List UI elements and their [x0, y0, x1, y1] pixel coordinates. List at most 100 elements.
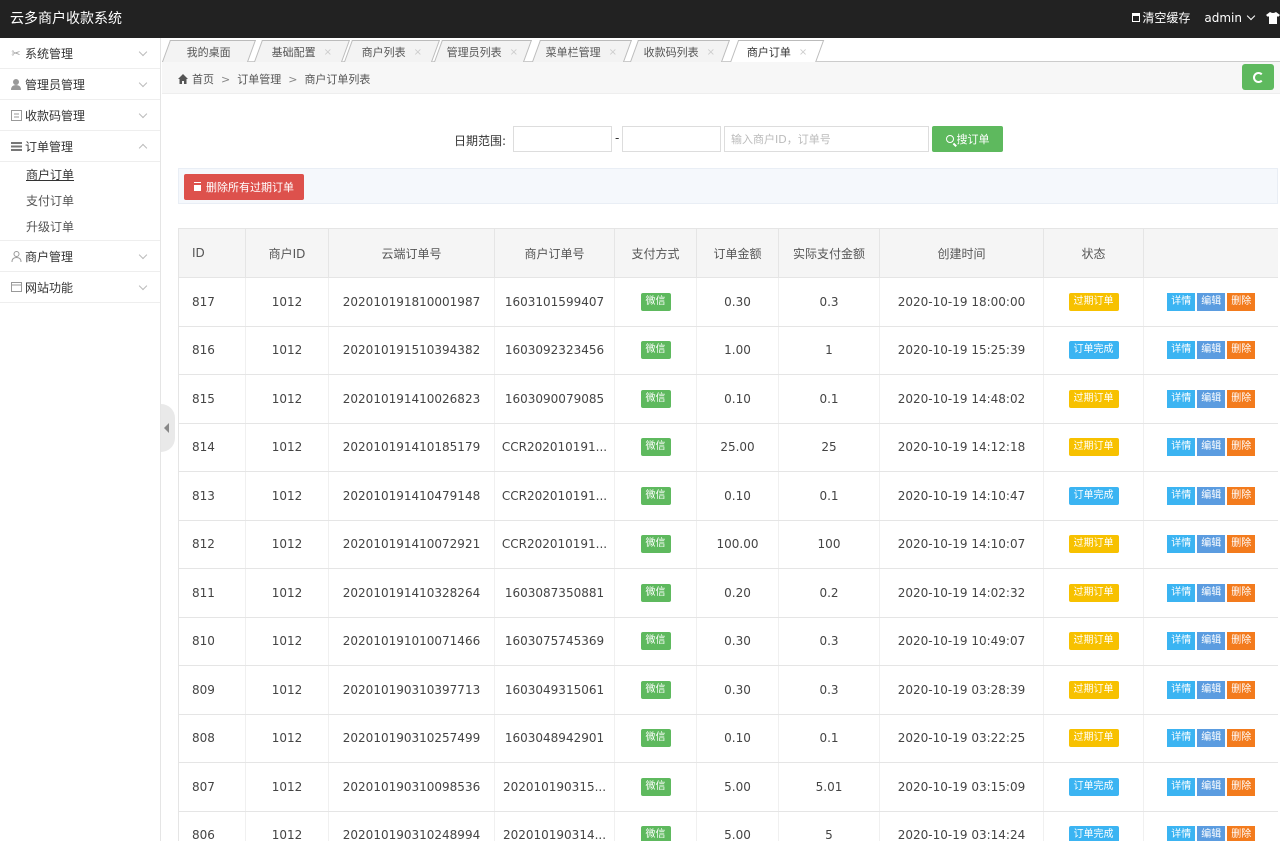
- delete-button[interactable]: 删除: [1227, 583, 1256, 602]
- sidebar-collapse-handle[interactable]: [161, 404, 175, 452]
- close-icon[interactable]: ×: [707, 46, 715, 57]
- cell-cloud-order-no: 202010190310257499: [328, 714, 495, 763]
- cell-status: 订单完成: [1043, 811, 1144, 841]
- edit-button[interactable]: 编辑: [1197, 632, 1226, 651]
- calendar-icon: [10, 281, 22, 293]
- detail-button[interactable]: 详情: [1167, 729, 1196, 748]
- tab-basic-config[interactable]: 基础配置 ×: [253, 40, 351, 62]
- search-button-label: 搜订单: [956, 133, 990, 146]
- cell-amount: 0.30: [696, 665, 779, 715]
- delete-button[interactable]: 删除: [1227, 486, 1256, 505]
- detail-button[interactable]: 详情: [1167, 583, 1196, 602]
- edit-button[interactable]: 编辑: [1197, 389, 1226, 408]
- clear-cache-link[interactable]: 清空缓存: [1132, 9, 1190, 26]
- pay-method-badge: 微信: [640, 292, 671, 311]
- tab-merchant-orders[interactable]: 商户订单 ×: [729, 40, 825, 63]
- detail-button[interactable]: 详情: [1167, 292, 1196, 311]
- edit-button[interactable]: 编辑: [1197, 438, 1226, 457]
- detail-button[interactable]: 详情: [1167, 438, 1196, 457]
- detail-button[interactable]: 详情: [1167, 341, 1196, 360]
- breadcrumb-level1[interactable]: 订单管理: [237, 71, 281, 87]
- tab-menu-manage[interactable]: 菜单栏管理 ×: [531, 40, 633, 62]
- edit-button[interactable]: 编辑: [1197, 729, 1226, 748]
- sidebar-item-admins[interactable]: 管理员管理: [0, 69, 160, 100]
- delete-button[interactable]: 删除: [1227, 438, 1256, 457]
- delete-expired-orders-button[interactable]: 删除所有过期订单: [184, 174, 304, 200]
- detail-button[interactable]: 详情: [1167, 826, 1196, 841]
- search-orders-button[interactable]: 搜订单: [932, 126, 1003, 152]
- trash-icon: [194, 183, 201, 191]
- edit-button[interactable]: 编辑: [1197, 826, 1226, 841]
- tab-desktop[interactable]: 我的桌面: [161, 40, 257, 62]
- edit-button[interactable]: 编辑: [1197, 680, 1226, 699]
- cell-status: 过期订单: [1043, 374, 1144, 424]
- user-menu[interactable]: admin: [1204, 11, 1256, 25]
- delete-button[interactable]: 删除: [1227, 680, 1256, 699]
- close-icon[interactable]: ×: [799, 47, 807, 58]
- tab-merchant-list[interactable]: 商户列表 ×: [343, 40, 441, 62]
- sidebar-item-system[interactable]: ✂ 系统管理: [0, 38, 160, 69]
- keyword-search-input[interactable]: [724, 126, 929, 152]
- detail-button[interactable]: 详情: [1167, 632, 1196, 651]
- tab-qrcode-list[interactable]: 收款码列表 ×: [629, 40, 731, 62]
- cell-pay-method: 微信: [614, 617, 697, 666]
- cell-paid-amount: 0.1: [778, 471, 880, 521]
- detail-button[interactable]: 详情: [1167, 777, 1196, 796]
- table-row: 809 1012 202010190310397713 1603049315061 微信…: [178, 665, 1278, 715]
- table-row: 816 1012 202010191510394382 1603092323456 微信…: [178, 326, 1278, 375]
- status-badge: 过期订单: [1068, 583, 1119, 602]
- close-icon[interactable]: ×: [510, 46, 518, 57]
- close-icon[interactable]: ×: [324, 46, 332, 57]
- delete-button[interactable]: 删除: [1227, 729, 1256, 748]
- chevron-down-icon: [138, 250, 148, 260]
- edit-button[interactable]: 编辑: [1197, 486, 1226, 505]
- edit-button[interactable]: 编辑: [1197, 535, 1226, 554]
- edit-button[interactable]: 编辑: [1197, 583, 1226, 602]
- cell-merchant-id: 1012: [245, 617, 329, 666]
- close-icon[interactable]: ×: [609, 46, 617, 57]
- cell-created-time: 2020-10-19 18:00:00: [879, 277, 1044, 327]
- submenu-payment-orders[interactable]: 支付订单: [0, 188, 160, 214]
- cell-actions: 详情 编辑 删除: [1143, 471, 1278, 521]
- delete-button[interactable]: 删除: [1227, 292, 1256, 311]
- close-icon[interactable]: ×: [414, 46, 422, 57]
- table-row: 815 1012 202010191410026823 1603090079085 微信…: [178, 374, 1278, 424]
- detail-button[interactable]: 详情: [1167, 680, 1196, 699]
- delete-button[interactable]: 删除: [1227, 389, 1256, 408]
- chevron-down-icon: [138, 109, 148, 119]
- submenu-upgrade-orders[interactable]: 升级订单: [0, 214, 160, 240]
- cell-merchant-id: 1012: [245, 568, 329, 618]
- delete-button[interactable]: 删除: [1227, 535, 1256, 554]
- start-date-input[interactable]: [513, 126, 612, 152]
- breadcrumb-home[interactable]: 首页: [192, 71, 214, 87]
- end-date-input[interactable]: [622, 126, 721, 152]
- delete-button[interactable]: 删除: [1227, 777, 1256, 796]
- col-header: 订单金额: [696, 228, 779, 278]
- pay-method-badge: 微信: [640, 535, 671, 554]
- cell-created-time: 2020-10-19 14:48:02: [879, 374, 1044, 424]
- cell-status: 订单完成: [1043, 762, 1144, 812]
- delete-button[interactable]: 删除: [1227, 632, 1256, 651]
- submenu-merchant-orders[interactable]: 商户订单: [0, 162, 160, 188]
- cell-actions: 详情 编辑 删除: [1143, 326, 1278, 375]
- cell-id: 806: [178, 811, 246, 841]
- edit-button[interactable]: 编辑: [1197, 341, 1226, 360]
- sidebar-item-site[interactable]: 网站功能: [0, 272, 160, 303]
- shirt-icon[interactable]: [1266, 11, 1280, 24]
- detail-button[interactable]: 详情: [1167, 389, 1196, 408]
- refresh-button[interactable]: [1242, 64, 1274, 90]
- detail-button[interactable]: 详情: [1167, 486, 1196, 505]
- edit-button[interactable]: 编辑: [1197, 292, 1226, 311]
- delete-button[interactable]: 删除: [1227, 826, 1256, 841]
- detail-button[interactable]: 详情: [1167, 535, 1196, 554]
- delete-button[interactable]: 删除: [1227, 341, 1256, 360]
- tab-admin-list[interactable]: 管理员列表 ×: [433, 40, 533, 62]
- tab-bar: 我的桌面 基础配置 × 商户列表 × 管理员列表 × 菜单栏管理 × 收款码列表 × 商户…: [161, 38, 1280, 63]
- cell-cloud-order-no: 202010191810001987: [328, 277, 495, 327]
- cell-amount: 0.10: [696, 374, 779, 424]
- cell-cloud-order-no: 202010190310098536: [328, 762, 495, 812]
- cell-amount: 1.00: [696, 326, 779, 375]
- edit-button[interactable]: 编辑: [1197, 777, 1226, 796]
- list-icon: [10, 109, 22, 121]
- sidebar-item-merchants[interactable]: 商户管理: [0, 241, 160, 272]
